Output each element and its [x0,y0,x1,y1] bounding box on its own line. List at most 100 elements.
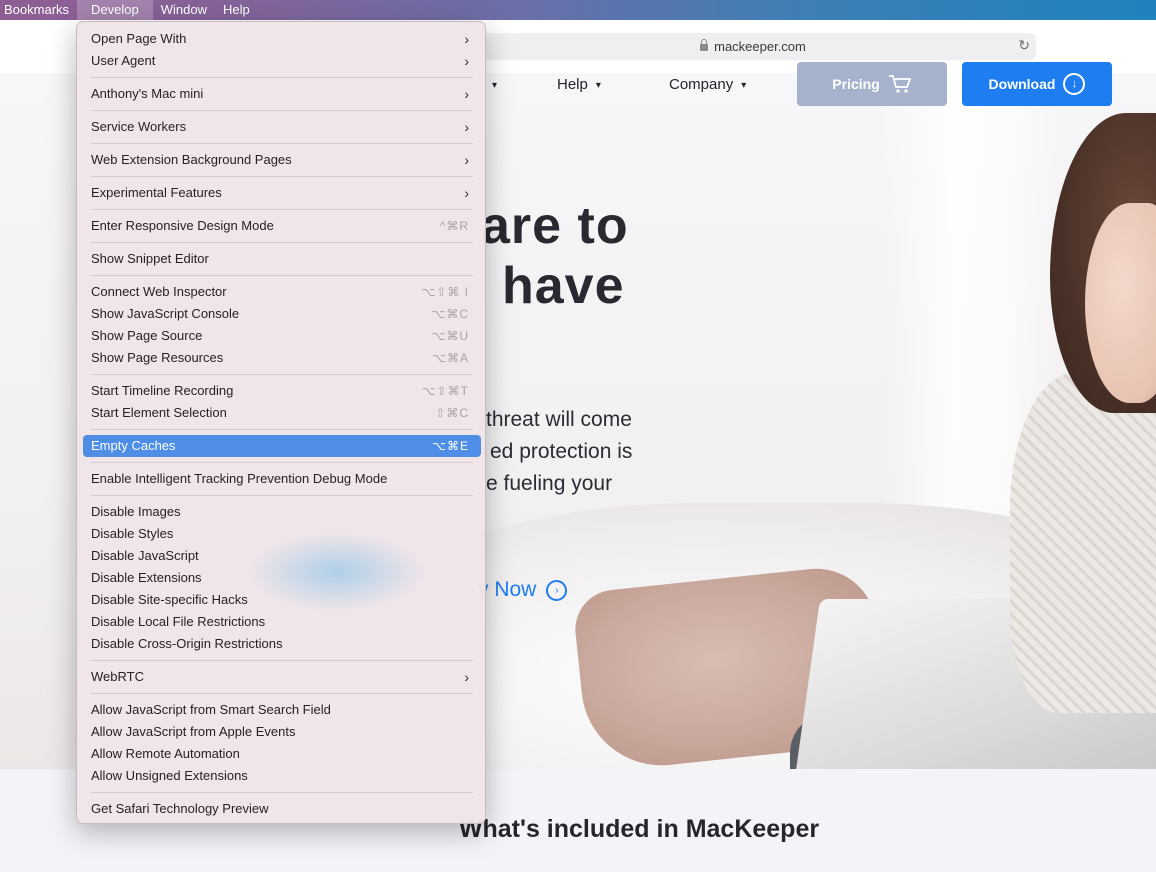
develop-menu: Open Page With › User Agent › Anthony's Mac … [76,21,486,824]
menu-item-label: Show Page Resources [91,350,224,365]
menu-item-allow-remote-automation[interactable]: Allow Remote Automation [83,743,481,765]
menubar-bookmarks[interactable]: Bookmarks [0,0,77,20]
menu-item-get-safari-technology-preview[interactable]: Get Safari Technology Preview [83,798,481,820]
chevron-right-icon: › [464,119,469,135]
menu-item-label: Disable Extensions [91,570,202,585]
lock-icon [700,39,709,51]
nav-help[interactable]: Help ▾ [557,76,601,93]
menu-separator [91,462,473,463]
menu-separator [91,495,473,496]
menu-item-label: Disable Local File Restrictions [91,614,266,629]
menu-separator [91,374,473,375]
menu-item-label: Start Element Selection [91,405,227,420]
chevron-down-icon: ▾ [741,80,747,91]
download-button[interactable]: Download ↓ [962,62,1112,106]
chevron-right-icon: › [464,185,469,201]
menu-item-show-page-resources[interactable]: Show Page Resources ⌥⌘A [83,347,481,369]
menu-item-shortcut: ⌥⌘E [432,439,469,453]
chevron-down-icon: ▾ [595,80,601,91]
nav-company[interactable]: Company ▾ [669,76,746,93]
hero-text-line2: ed protection is [490,440,633,463]
menu-item-disable-cross-origin-restrictions[interactable]: Disable Cross-Origin Restrictions [83,633,481,655]
menu-item-show-page-source[interactable]: Show Page Source ⌥⌘U [83,325,481,347]
menubar-develop[interactable]: Develop [77,0,153,20]
menu-item-label: Allow JavaScript from Smart Search Field [91,702,331,717]
chevron-right-icon: › [464,669,469,685]
menu-item-shortcut: ⌥⌘U [431,329,469,343]
menu-item-label: Enter Responsive Design Mode [91,218,274,233]
menu-item-label: Empty Caches [91,438,176,453]
chevron-right-circle-icon: › [546,579,568,601]
menu-item-show-javascript-console[interactable]: Show JavaScript Console ⌥⌘C [83,303,481,325]
menu-item-open-page-with[interactable]: Open Page With › [83,28,481,50]
menu-item-label: Disable Images [91,504,181,519]
menu-separator [91,209,473,210]
menu-separator [91,429,473,430]
menu-item-label: WebRTC [91,669,144,684]
chevron-right-icon: › [464,31,469,47]
menu-item-label: Show Page Source [91,328,203,343]
menu-item-anthonys-mac-mini[interactable]: Anthony's Mac mini › [83,83,481,105]
menu-item-label: Allow Remote Automation [91,746,240,761]
menu-item-disable-images[interactable]: Disable Images [83,501,481,523]
menu-item-label: Open Page With [91,31,187,46]
reload-icon[interactable]: ↻ [1018,37,1030,54]
menu-item-label: Service Workers [91,119,187,134]
menu-item-label: Allow JavaScript from Apple Events [91,724,296,739]
menu-item-disable-javascript[interactable]: Disable JavaScript [83,545,481,567]
menu-item-shortcut: ⌥⇧⌘T [421,384,469,398]
chevron-right-icon: › [464,152,469,168]
address-bar[interactable]: mackeeper.com ↻ [470,33,1036,60]
menu-item-label: Anthony's Mac mini [91,86,204,101]
menu-item-disable-styles[interactable]: Disable Styles [83,523,481,545]
menu-item-shortcut: ⇧⌘C [435,406,469,420]
menu-separator [91,110,473,111]
menu-item-web-extension-background-pages[interactable]: Web Extension Background Pages › [83,149,481,171]
menu-item-start-element-selection[interactable]: Start Element Selection ⇧⌘C [83,402,481,424]
menu-item-label: Start Timeline Recording [91,383,234,398]
menu-item-enable-itp-debug-mode[interactable]: Enable Intelligent Tracking Prevention D… [83,468,481,490]
hero-cta-link[interactable]: y Now › [478,578,568,602]
menu-item-label: Connect Web Inspector [91,284,227,299]
menu-item-label: Allow Unsigned Extensions [91,768,248,783]
menubar-help[interactable]: Help [215,0,258,20]
menu-item-connect-web-inspector[interactable]: Connect Web Inspector ⌥⇧⌘ I [83,281,481,303]
menu-item-disable-site-specific-hacks[interactable]: Disable Site-specific Hacks [83,589,481,611]
menu-item-label: Show JavaScript Console [91,306,240,321]
menu-item-service-workers[interactable]: Service Workers › [83,116,481,138]
menu-item-label: Disable Site-specific Hacks [91,592,248,607]
menu-item-disable-extensions[interactable]: Disable Extensions [83,567,481,589]
menu-item-shortcut: ⌥⌘C [431,307,469,321]
menu-separator [91,242,473,243]
menu-item-label: Experimental Features [91,185,222,200]
url-text: mackeeper.com [714,39,806,54]
menu-item-disable-local-file-restrictions[interactable]: Disable Local File Restrictions [83,611,481,633]
menu-item-shortcut: ⌥⌘A [432,351,469,365]
chevron-right-icon: › [464,53,469,69]
menu-item-label: User Agent [91,53,156,68]
menu-item-label: Enable Intelligent Tracking Prevention D… [91,471,388,486]
menu-item-show-snippet-editor[interactable]: Show Snippet Editor [83,248,481,270]
menubar-window[interactable]: Window [153,0,215,20]
menu-item-start-timeline-recording[interactable]: Start Timeline Recording ⌥⇧⌘T [83,380,481,402]
hero-person-sweater [1010,373,1156,713]
menu-separator [91,176,473,177]
menu-item-label: Web Extension Background Pages [91,152,292,167]
menu-item-label: Disable Styles [91,526,174,541]
menu-item-allow-js-apple-events[interactable]: Allow JavaScript from Apple Events [83,721,481,743]
menu-item-experimental-features[interactable]: Experimental Features › [83,182,481,204]
chevron-down-icon: ▾ [492,80,498,91]
menu-item-user-agent[interactable]: User Agent › [83,50,481,72]
menu-item-webrtc[interactable]: WebRTC › [83,666,481,688]
menu-separator [91,792,473,793]
menu-item-empty-caches[interactable]: Empty Caches ⌥⌘E [83,435,481,457]
pricing-button[interactable]: Pricing [797,62,947,106]
system-menubar: Bookmarks Develop Window Help [0,0,1156,20]
menu-separator [91,143,473,144]
menu-item-enter-responsive-design-mode[interactable]: Enter Responsive Design Mode ^⌘R [83,215,481,237]
menu-item-allow-unsigned-extensions[interactable]: Allow Unsigned Extensions [83,765,481,787]
menu-item-allow-js-smart-search-field[interactable]: Allow JavaScript from Smart Search Field [83,699,481,721]
chevron-right-icon: › [464,86,469,102]
cart-icon [888,75,912,93]
download-arrow-icon: ↓ [1063,73,1086,95]
